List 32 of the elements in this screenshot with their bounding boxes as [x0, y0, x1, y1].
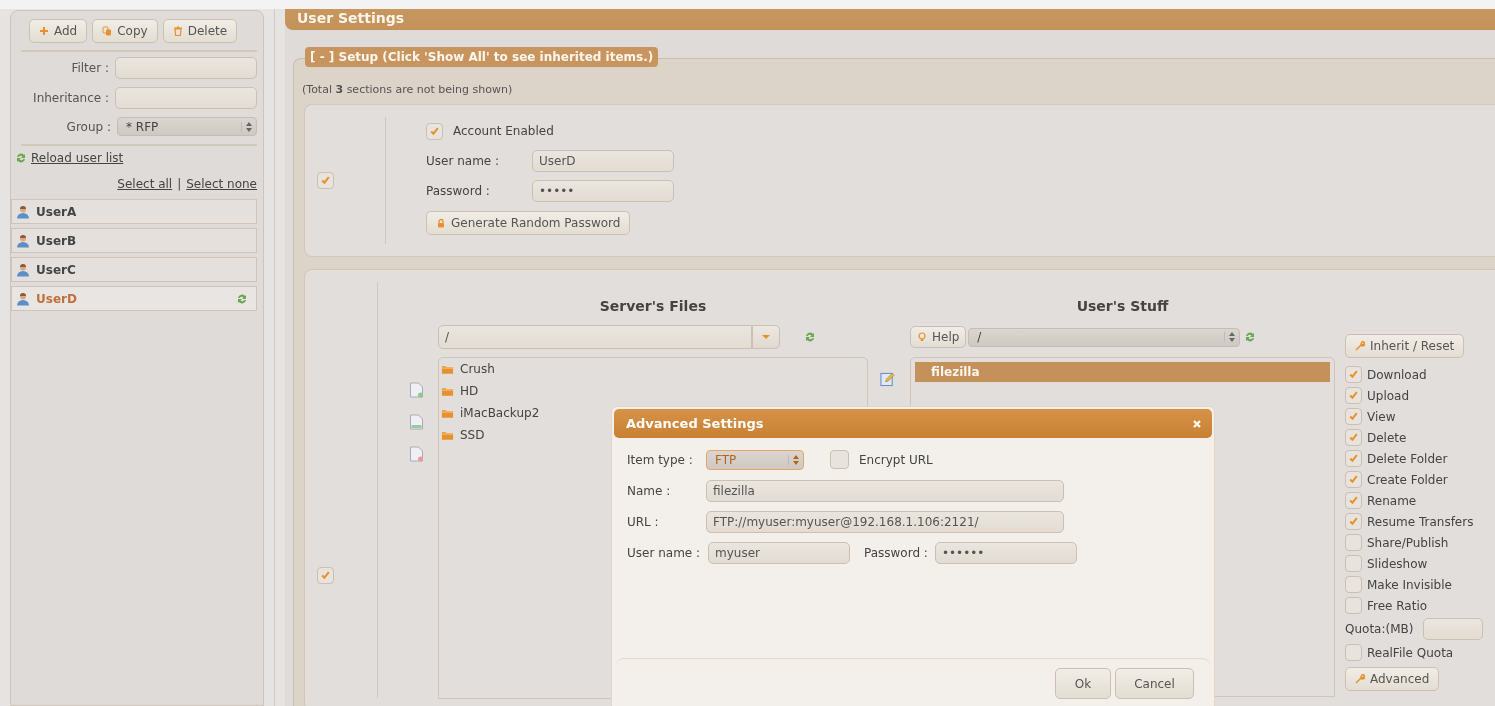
permission-label: Make Invisible [1367, 577, 1452, 592]
name-label: Name : [627, 483, 672, 498]
filter-label: Filter : [71, 61, 109, 75]
quota-label: Quota:(MB) [1345, 622, 1414, 636]
dialog-title: Advanced Settings [626, 416, 764, 431]
permission-label: Free Ratio [1367, 598, 1428, 613]
inheritance-label: Inheritance : [33, 91, 109, 105]
permission-label: Download [1367, 367, 1427, 382]
item-type-label: Item type : [627, 452, 694, 467]
permission-label: Share/Publish [1367, 535, 1449, 550]
username-label: User name : [426, 154, 501, 168]
password-label: Password : [864, 545, 928, 560]
permission-label: Delete [1367, 430, 1407, 445]
account-enabled-label: Account Enabled [453, 124, 554, 138]
url-label: URL : [627, 514, 660, 529]
permission-label: Create Folder [1367, 472, 1448, 487]
realfile-quota-label: RealFile Quota [1367, 645, 1454, 660]
permission-label: Slideshow [1367, 556, 1428, 571]
server-files-title: Server's Files [598, 298, 708, 316]
permission-label: Upload [1367, 388, 1410, 403]
permission-label: Rename [1367, 493, 1417, 508]
users-stuff-title: User's Stuff [1075, 298, 1170, 316]
permission-label: View [1367, 409, 1396, 424]
page-title: User Settings [297, 10, 405, 26]
permission-label: Delete Folder [1367, 451, 1448, 466]
password-label: Password : [426, 184, 491, 198]
username-label: User name : [627, 545, 702, 560]
separator-text: | [177, 177, 182, 191]
encrypt-url-label: Encrypt URL [859, 452, 933, 467]
permission-label: Resume Transfers [1367, 514, 1474, 529]
hidden-sections-note: (Total 3 sections are not being shown) [302, 83, 514, 96]
group-label: Group : [66, 119, 111, 134]
